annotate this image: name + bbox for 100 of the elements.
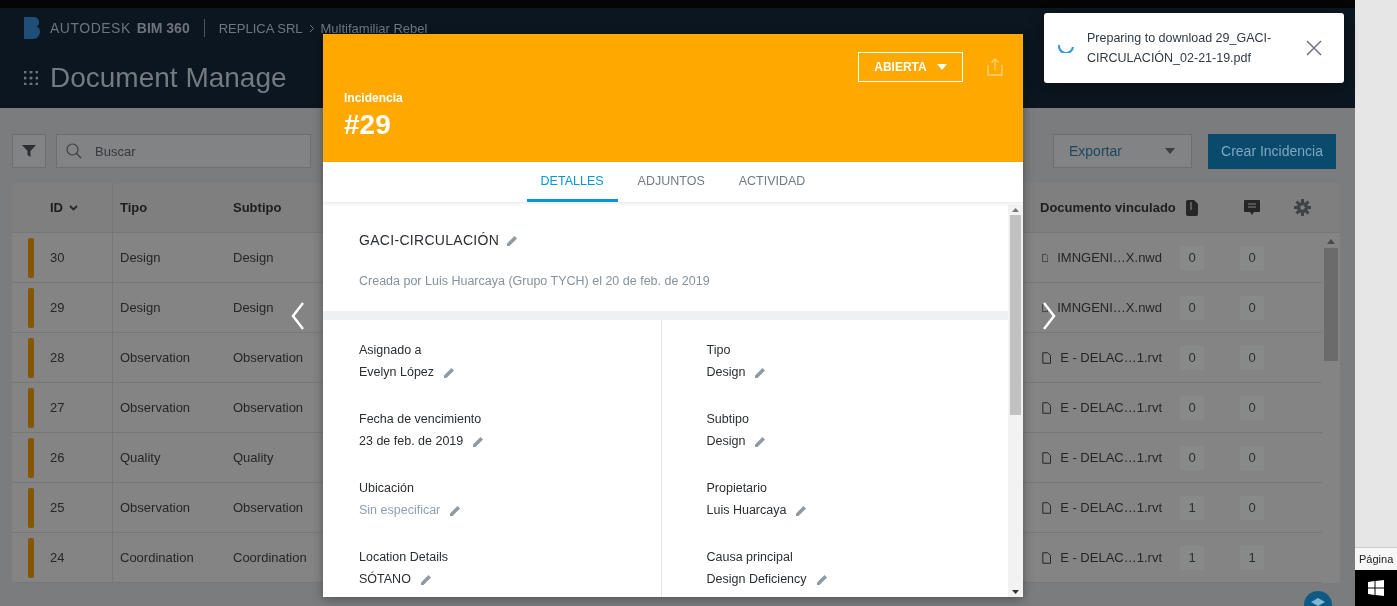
status-bar [28,237,34,278]
file-icon [1042,350,1052,365]
attachment-count: 0 [1180,395,1204,420]
attachment-count: 1 [1180,495,1204,520]
table-cell: Observation [233,400,304,415]
document-link[interactable]: E - DELAC…1.rvt [1060,400,1162,415]
pencil-icon[interactable] [755,366,767,378]
document-link[interactable]: IMNGENI…X.nwd [1057,250,1162,265]
status-bar [28,337,34,378]
attachment-icon [1186,199,1198,216]
search-field[interactable]: Buscar [56,134,311,168]
field-value: Design [706,434,746,448]
windows-icon[interactable] [1368,580,1384,596]
export-dropdown[interactable]: Exportar [1053,134,1192,168]
create-issue-button[interactable]: Crear Incidencia [1208,133,1336,169]
table-cell: Design [120,250,161,265]
page-title: Document Manage [50,62,287,94]
field-value: SÓTANO [359,572,411,586]
comment-count: 0 [1240,245,1264,270]
table-cell: Observation [120,400,191,415]
file-icon [1042,400,1052,415]
field-value: Design Deficiency [706,572,807,586]
field-value: Sin especificar [359,503,441,517]
pencil-icon[interactable] [755,435,767,447]
spinner-icon [1058,43,1075,53]
comment-count: 0 [1240,495,1264,520]
issue-title: GACI-CIRCULACIÓN [359,232,500,248]
help-icon[interactable] [1303,590,1333,606]
table-cell: 29 [50,300,65,315]
attachment-count: 0 [1180,345,1204,370]
document-link[interactable]: E - DELAC…1.rvt [1060,500,1162,515]
table-cell: 25 [50,500,65,515]
file-icon [1042,550,1052,565]
caret-icon [936,64,947,70]
table-cell: 27 [50,400,65,415]
document-link[interactable]: E - DELAC…1.rvt [1060,450,1162,465]
scroll-up-icon[interactable] [1327,239,1335,244]
pencil-icon[interactable] [473,435,485,447]
attachment-count: 0 [1180,245,1204,270]
table-cell: 28 [50,350,65,365]
sort-icon [69,204,78,211]
table-cell: Design [120,300,161,315]
pencil-icon[interactable] [420,573,432,585]
status-bar [28,387,34,428]
field-value: Evelyn López [359,365,435,379]
column-header[interactable]: ID [50,200,78,215]
document-link[interactable]: E - DELAC…1.rvt [1060,550,1162,565]
status-bar [28,287,34,328]
product-name: BIM 360 [136,20,190,36]
comment-count: 0 [1240,395,1264,420]
table-cell: Design [233,250,274,265]
status-bar [28,487,34,528]
tab[interactable]: ADJUNTOS [623,162,719,202]
tab[interactable]: DETALLES [526,162,618,202]
comment-count: 0 [1240,445,1264,470]
caret-icon [1165,148,1175,154]
apps-grid-icon[interactable] [24,71,38,85]
pencil-icon[interactable] [816,573,828,585]
column-header[interactable]: Documento vinculado [1040,198,1176,217]
scroll-up-icon[interactable] [1012,208,1019,212]
status-bar [28,537,34,578]
comment-count: 1 [1240,545,1264,570]
close-icon[interactable] [1306,40,1322,56]
table-cell: Coordination [233,550,307,565]
table-cell: 30 [50,250,65,265]
field-label: Propietario [706,480,768,497]
tooltip: Página [1355,547,1397,570]
toast-message: Preparing to download 29_GACI-CIRCULACIÓN_02-21-19.pdf [1087,30,1273,67]
column-header[interactable]: Subtipo [233,200,282,215]
document-link[interactable]: IMNGENI…X.nwd [1057,300,1162,315]
attachment-count: 0 [1180,445,1204,470]
filter-button[interactable] [12,134,46,168]
search-icon [66,143,82,159]
pencil-icon[interactable] [450,504,462,516]
field-label: Tipo [706,342,732,359]
table-cell: Observation [120,350,191,365]
field-value: 23 de feb. de 2019 [359,434,464,448]
field-value: Design [706,365,746,379]
scrollbar[interactable] [1008,205,1023,597]
comment-count: 0 [1240,345,1264,370]
tab[interactable]: ACTIVIDAD [724,162,820,202]
table-cell: Quality [233,450,274,465]
pencil-icon[interactable] [796,504,808,516]
settings-icon[interactable] [1293,199,1311,216]
file-icon [1042,450,1052,465]
table-cell: 26 [50,450,65,465]
account-link[interactable]: REPLICA SRL [218,20,303,36]
scroll-down-icon[interactable] [1012,590,1019,594]
document-link[interactable]: E - DELAC…1.rvt [1060,350,1162,365]
pencil-icon[interactable] [444,366,456,378]
column-header[interactable]: Tipo [120,200,148,215]
field-label: Fecha de vencimiento [359,411,483,428]
created-note: Creada por Luis Huarcaya (Grupo TYCH) el 20 de feb. de 2019 [359,274,711,288]
brand-name: AUTODESK [50,20,131,36]
table-cell: Quality [120,450,161,465]
filter-icon [22,144,36,158]
logo-icon [24,17,40,39]
file-icon [1042,500,1052,515]
field-label: Ubicación [359,480,415,497]
project-selector[interactable]: Multifamiliar Rebel [320,20,428,36]
